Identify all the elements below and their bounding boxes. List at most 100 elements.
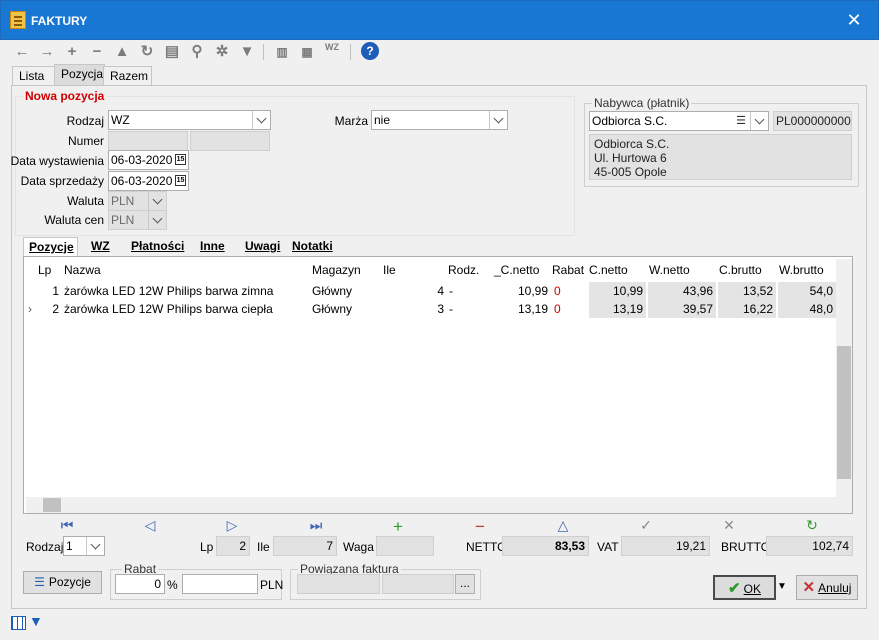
rodzaj-label: Rodzaj bbox=[66, 114, 104, 128]
print-icon[interactable]: ▤ bbox=[162, 42, 182, 62]
tab-razem[interactable]: Razem bbox=[103, 66, 152, 85]
filter-settings-icon[interactable]: ▼ bbox=[29, 613, 43, 629]
marza-select[interactable]: nie bbox=[371, 110, 508, 130]
cell-nazwa[interactable]: żarówka LED 12W Philips barwa zimna bbox=[64, 282, 309, 300]
anuluj-button[interactable]: ✕ Anuluj bbox=[796, 575, 858, 600]
data-wystawienia-field[interactable]: 06-03-2020 15 bbox=[108, 150, 189, 170]
cancel-record-icon[interactable]: ✕ bbox=[719, 517, 739, 534]
cell-c-netto-0[interactable]: 13,19 bbox=[494, 300, 551, 318]
calendar-icon[interactable]: 15 bbox=[175, 175, 186, 186]
edit-record-icon[interactable]: △ bbox=[553, 517, 573, 534]
cell-rodz[interactable]: - bbox=[449, 282, 489, 300]
cell-w-netto: 43,96 bbox=[648, 282, 716, 300]
calendar-icon[interactable]: 15 bbox=[175, 154, 186, 165]
col-header-c-netto[interactable]: C.netto bbox=[589, 263, 628, 277]
delete-record-icon[interactable]: − bbox=[470, 517, 490, 537]
subtab-uwagi[interactable]: Uwagi bbox=[240, 237, 285, 256]
rabat-amount-input[interactable] bbox=[182, 574, 258, 594]
help-icon[interactable]: ? bbox=[361, 42, 379, 60]
triangle-icon[interactable]: ▲ bbox=[112, 42, 132, 62]
data-sprzedazy-field[interactable]: 06-03-2020 15 bbox=[108, 171, 189, 191]
cell-c-netto-0[interactable]: 10,99 bbox=[494, 282, 551, 300]
col-header-lp[interactable]: Lp bbox=[38, 263, 51, 277]
col-header-magazyn[interactable]: Magazyn bbox=[312, 263, 361, 277]
col-header-w-brutto[interactable]: W.brutto bbox=[779, 263, 824, 277]
col-header-rodz[interactable]: Rodz. bbox=[448, 263, 479, 277]
subtab-inne[interactable]: Inne bbox=[195, 237, 230, 256]
tools-icon[interactable]: ✲ bbox=[212, 42, 232, 62]
refresh-icon[interactable]: ↻ bbox=[137, 42, 157, 62]
cell-c-netto: 10,99 bbox=[589, 282, 646, 300]
chevron-down-icon[interactable] bbox=[252, 111, 270, 129]
vat-label: VAT bbox=[597, 540, 619, 554]
last-record-icon[interactable]: ⏭ bbox=[306, 517, 326, 534]
col-header-ile[interactable]: Ile bbox=[383, 263, 396, 277]
subtab-wz[interactable]: WZ bbox=[86, 237, 115, 256]
cell-lp[interactable]: 2 bbox=[38, 300, 62, 318]
minus-icon[interactable]: − bbox=[87, 42, 107, 62]
waluta-cen-value: PLN bbox=[111, 213, 135, 227]
zoom-icon[interactable]: ⚲ bbox=[187, 42, 207, 62]
grid-view-icon[interactable] bbox=[11, 616, 26, 630]
ok-button[interactable]: ✔ OK bbox=[713, 575, 776, 600]
rodzaj-select[interactable]: WZ bbox=[108, 110, 271, 130]
post-record-icon[interactable]: ✓ bbox=[636, 517, 656, 534]
powiazana-faktura-browse-button[interactable]: ... bbox=[455, 574, 475, 594]
rabat-currency-label: PLN bbox=[260, 578, 284, 592]
subtab-platnosci[interactable]: Płatności bbox=[126, 237, 189, 256]
ok-dropdown-icon[interactable]: ▼ bbox=[777, 580, 787, 594]
col-header-c-netto-0[interactable]: _C.netto bbox=[494, 263, 539, 277]
filter-icon[interactable]: ▼ bbox=[237, 42, 257, 62]
prev-record-icon[interactable]: ◁ bbox=[140, 517, 160, 534]
tab-lista[interactable]: Lista bbox=[12, 66, 56, 85]
horizontal-scroll-thumb[interactable] bbox=[43, 498, 61, 512]
cell-magazyn[interactable]: Główny bbox=[312, 300, 380, 318]
cell-rabat[interactable]: 0 bbox=[554, 300, 588, 318]
close-icon[interactable]: ✕ bbox=[842, 8, 866, 32]
rodzaj-summary-select[interactable]: 1 bbox=[63, 536, 105, 556]
columns-icon[interactable]: ▥ bbox=[272, 42, 292, 62]
plus-icon[interactable]: + bbox=[62, 42, 82, 62]
arrow-left-icon[interactable]: ← bbox=[12, 42, 32, 62]
chevron-down-icon[interactable] bbox=[489, 111, 507, 129]
add-record-icon[interactable]: + bbox=[388, 517, 408, 537]
toolbar-separator bbox=[263, 44, 264, 60]
refresh-records-icon[interactable]: ↻ bbox=[802, 517, 822, 534]
netto-field: 83,53 bbox=[502, 536, 589, 556]
tab-pozycja[interactable]: Pozycja bbox=[54, 64, 105, 85]
pozycje-button-label: Pozycje bbox=[48, 575, 91, 589]
next-record-icon[interactable]: ▷ bbox=[222, 517, 242, 534]
col-header-w-netto[interactable]: W.netto bbox=[649, 263, 690, 277]
first-record-icon[interactable]: ⏮ bbox=[57, 517, 77, 534]
rabat-percent-input[interactable]: 0 bbox=[115, 574, 165, 594]
col-header-rabat[interactable]: Rabat bbox=[552, 263, 584, 277]
col-header-c-brutto[interactable]: C.brutto bbox=[719, 263, 762, 277]
wz-icon[interactable]: WZ bbox=[322, 42, 342, 62]
buyer-select[interactable]: Odbiorca S.C. ☰ bbox=[589, 111, 769, 131]
buyer-name: Odbiorca S.C. bbox=[592, 114, 668, 128]
menu-icon[interactable]: ☰ bbox=[736, 112, 746, 130]
col-header-nazwa[interactable]: Nazwa bbox=[64, 263, 101, 277]
cell-ile[interactable]: 4 bbox=[383, 282, 447, 300]
chevron-down-icon[interactable] bbox=[86, 537, 104, 555]
subtab-pozycje[interactable]: Pozycje bbox=[23, 237, 78, 256]
copy-icon[interactable]: ▦ bbox=[297, 42, 317, 62]
cell-c-brutto: 16,22 bbox=[718, 300, 776, 318]
vertical-scroll-thumb[interactable] bbox=[837, 346, 851, 479]
waga-label: Waga bbox=[343, 540, 374, 554]
numer-label: Numer bbox=[67, 134, 104, 148]
chevron-down-icon[interactable] bbox=[750, 112, 768, 130]
waluta-value: PLN bbox=[111, 194, 135, 208]
cell-lp[interactable]: 1 bbox=[38, 282, 62, 300]
items-grid[interactable]: Lp Nazwa Magazyn Ile Rodz. _C.netto Raba… bbox=[23, 256, 853, 514]
pozycje-button[interactable]: ☰ Pozycje bbox=[23, 571, 102, 594]
cell-rodz[interactable]: - bbox=[449, 300, 489, 318]
rodzaj-summary-label: Rodzaj bbox=[26, 540, 64, 554]
cell-magazyn[interactable]: Główny bbox=[312, 282, 380, 300]
cell-rabat[interactable]: 0 bbox=[554, 282, 588, 300]
cell-nazwa[interactable]: żarówka LED 12W Philips barwa ciepła bbox=[64, 300, 309, 318]
subtab-notatki[interactable]: Notatki bbox=[287, 237, 338, 256]
horizontal-scrollbar[interactable] bbox=[26, 497, 852, 513]
arrow-right-icon[interactable]: → bbox=[37, 42, 57, 62]
cell-ile[interactable]: 3 bbox=[383, 300, 447, 318]
